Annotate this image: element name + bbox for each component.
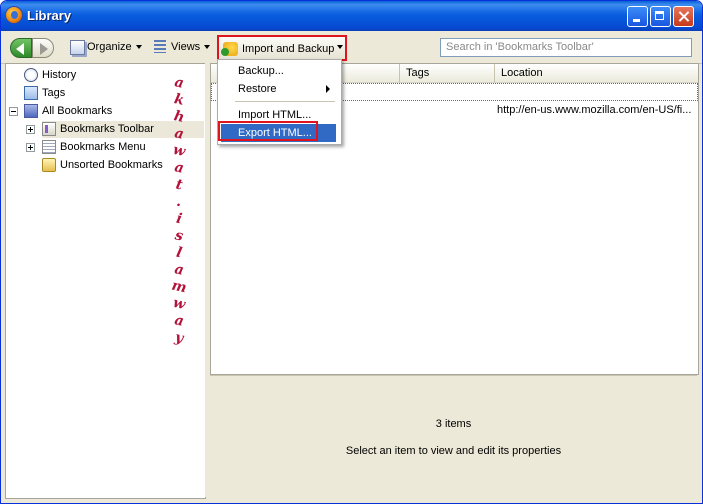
organize-icon bbox=[70, 40, 85, 55]
sidebar-item-label: Bookmarks Menu bbox=[60, 141, 146, 153]
sidebar-item-label: History bbox=[42, 69, 77, 81]
bookmarks-menu-icon bbox=[42, 140, 56, 154]
column-header-tags[interactable]: Tags bbox=[399, 64, 494, 82]
menu-separator bbox=[235, 101, 335, 102]
close-button[interactable] bbox=[673, 6, 694, 27]
organize-label: Organize bbox=[87, 41, 132, 53]
location-cell: http://en-us.www.mozilla.com/en-US/fi... bbox=[497, 104, 692, 116]
back-arrow-icon bbox=[16, 43, 24, 55]
toolbar: Organize Views Import and Backup Search … bbox=[1, 31, 702, 64]
unsorted-bookmarks-icon bbox=[42, 158, 56, 172]
menu-item-label: Restore bbox=[238, 83, 277, 95]
import-and-backup-label: Import and Backup bbox=[242, 43, 335, 55]
search-input[interactable]: Search in 'Bookmarks Toolbar' bbox=[440, 38, 692, 57]
column-header-location[interactable]: Location bbox=[494, 64, 698, 82]
back-button[interactable] bbox=[10, 38, 32, 58]
star-icon bbox=[24, 104, 38, 118]
minimize-button[interactable] bbox=[627, 6, 648, 27]
import-backup-icon bbox=[221, 42, 238, 56]
maximize-button[interactable] bbox=[650, 6, 671, 27]
chevron-down-icon bbox=[204, 45, 211, 49]
collapse-all-bookmarks-toggle[interactable] bbox=[9, 107, 18, 116]
views-button[interactable]: Views bbox=[151, 37, 212, 57]
watermark: akhawat.islamway bbox=[169, 74, 189, 346]
tag-icon bbox=[24, 86, 38, 100]
sidebar-item-label: Tags bbox=[42, 87, 66, 99]
details-pane: 3 items Select an item to view and edit … bbox=[210, 375, 697, 498]
submenu-arrow-icon bbox=[326, 85, 330, 93]
clock-icon bbox=[24, 68, 38, 82]
views-label: Views bbox=[171, 41, 201, 53]
sidebar-item-label: All Bookmarks bbox=[42, 105, 113, 117]
menu-item-backup[interactable]: Backup... bbox=[221, 62, 336, 80]
chevron-down-icon bbox=[135, 45, 142, 49]
export-html-highlight bbox=[218, 121, 318, 141]
expand-bookmarks-toolbar-toggle[interactable] bbox=[26, 125, 35, 134]
title-bar[interactable]: Library bbox=[1, 1, 702, 31]
organize-button[interactable]: Organize bbox=[67, 37, 144, 57]
window-title: Library bbox=[27, 8, 72, 23]
menu-item-restore[interactable]: Restore bbox=[221, 80, 336, 98]
details-hint: Select an item to view and edit its prop… bbox=[345, 445, 562, 457]
item-count: 3 items bbox=[435, 418, 472, 430]
bookmarks-toolbar-icon bbox=[42, 122, 56, 136]
import-and-backup-button[interactable]: Import and Backup bbox=[217, 35, 347, 61]
library-window: Library Organize Views Import and Backup… bbox=[0, 0, 703, 504]
sidebar-item-label: Unsorted Bookmarks bbox=[60, 159, 163, 171]
chevron-down-icon bbox=[337, 45, 343, 49]
views-icon bbox=[154, 40, 166, 53]
forward-button[interactable] bbox=[32, 38, 54, 58]
sidebar-item-label: Bookmarks Toolbar bbox=[60, 123, 154, 135]
expand-bookmarks-menu-toggle[interactable] bbox=[26, 143, 35, 152]
forward-arrow-icon bbox=[40, 43, 48, 55]
firefox-icon bbox=[6, 7, 22, 23]
